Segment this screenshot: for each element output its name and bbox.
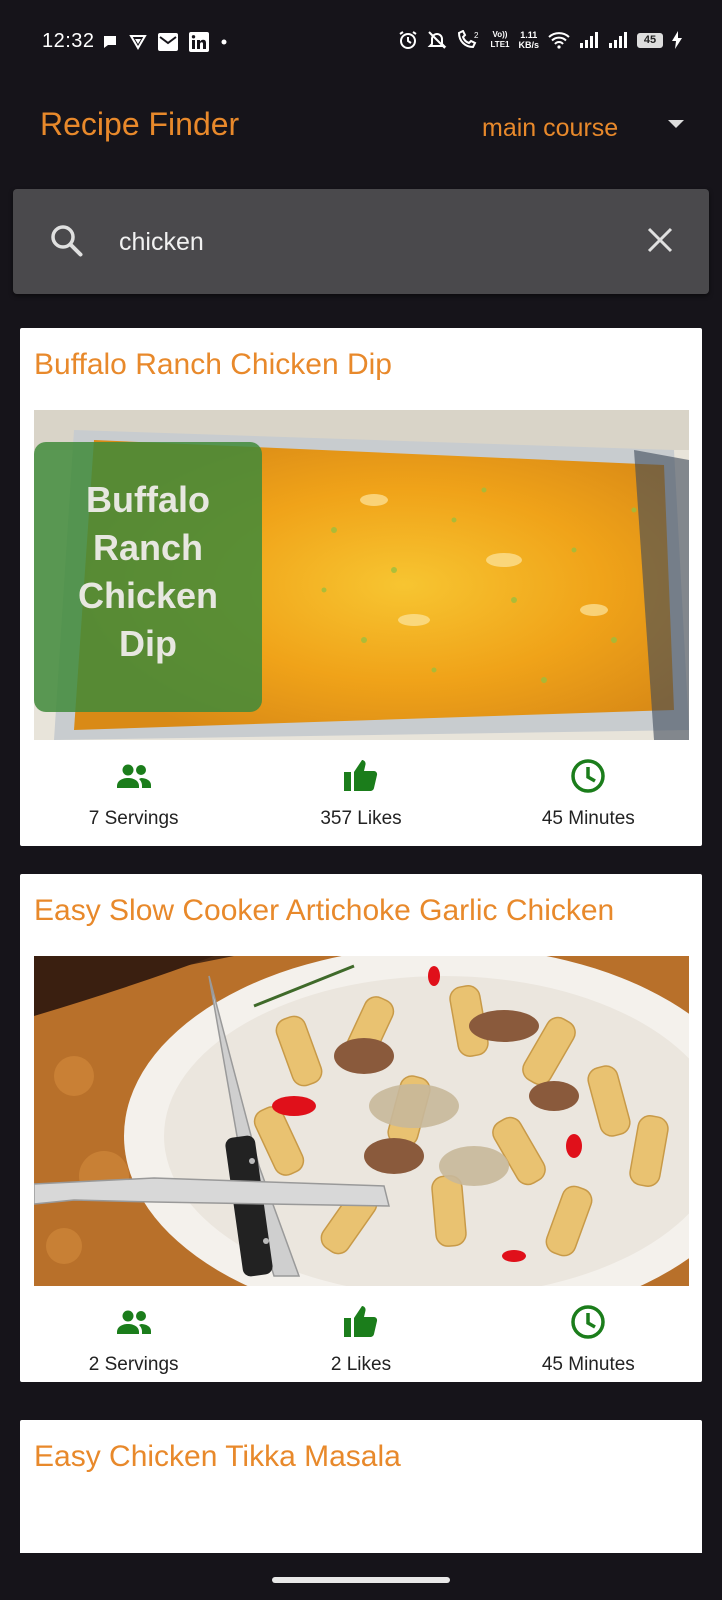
status-time: 12:32 (42, 30, 95, 52)
status-bar: 12:32 2 Vo)) LTE1 1.11 KB/s 45 (0, 0, 722, 88)
dot-icon (219, 37, 229, 47)
search-bar (13, 189, 709, 294)
time-stat: 45 Minutes (475, 740, 702, 846)
vpn-icon (129, 33, 147, 51)
network-type: Vo)) LTE1 (490, 30, 510, 49)
clock-icon (568, 1302, 608, 1342)
recipe-title: Buffalo Ranch Chicken Dip (34, 348, 392, 381)
time-stat: 45 Minutes (475, 1286, 702, 1392)
people-icon (114, 756, 154, 796)
gesture-handle[interactable] (272, 1577, 450, 1583)
time-text: 45 Minutes (541, 1354, 635, 1375)
notification-icons (101, 32, 229, 52)
thumbs-up-icon (341, 756, 381, 796)
recipe-card[interactable]: Buffalo Ranch Chicken Dip Buffalo Ranch … (20, 328, 702, 846)
call-icon: 2 (456, 30, 482, 50)
thumbs-up-icon (341, 1302, 381, 1342)
recipe-image (34, 956, 689, 1286)
wifi-icon (548, 31, 570, 49)
signal-icon (608, 31, 628, 49)
search-input[interactable] (117, 217, 621, 267)
chat-icon (101, 33, 119, 51)
recipe-stats: 2 Servings 2 Likes 45 Minutes (20, 1286, 702, 1392)
servings-stat: 2 Servings (20, 1286, 247, 1392)
linkedin-icon (189, 32, 209, 52)
svg-text:Ranch: Ranch (93, 527, 203, 568)
search-icon (49, 223, 85, 259)
likes-stat: 357 Likes (247, 740, 474, 846)
category-dropdown[interactable]: main course (482, 108, 692, 148)
network-speed: 1.11 KB/s (518, 30, 539, 50)
likes-stat: 2 Likes (247, 1286, 474, 1392)
app-bar: Recipe Finder main course (0, 88, 722, 188)
category-selected-value: main course (482, 113, 619, 142)
likes-text: 2 Likes (330, 1354, 392, 1375)
svg-text:Buffalo: Buffalo (86, 479, 210, 520)
chevron-down-icon (668, 120, 684, 128)
recipe-title: Easy Slow Cooker Artichoke Garlic Chicke… (34, 894, 615, 927)
likes-text: 357 Likes (320, 808, 402, 829)
mute-icon (427, 30, 447, 50)
servings-text: 7 Servings (88, 808, 179, 829)
gmail-icon (157, 32, 179, 52)
recipe-image: Buffalo Ranch Chicken Dip (34, 410, 689, 740)
svg-text:Chicken: Chicken (78, 575, 218, 616)
recipe-title: Easy Chicken Tikka Masala (34, 1440, 401, 1473)
signal-icon (579, 31, 599, 49)
svg-text:2: 2 (474, 31, 479, 40)
system-icons: 2 Vo)) LTE1 1.11 KB/s 45 (398, 30, 682, 50)
time-text: 45 Minutes (541, 808, 635, 829)
battery-icon: 45 (637, 32, 663, 48)
charging-icon (672, 31, 682, 49)
recipe-stats: 7 Servings 357 Likes 45 Minutes (20, 740, 702, 846)
svg-text:Dip: Dip (119, 623, 177, 664)
recipe-card[interactable]: Easy Slow Cooker Artichoke Garlic Chicke… (20, 874, 702, 1382)
servings-stat: 7 Servings (20, 740, 247, 846)
close-icon[interactable] (645, 225, 675, 255)
alarm-icon (398, 30, 418, 50)
app-title: Recipe Finder (40, 106, 240, 142)
clock-icon (568, 756, 608, 796)
servings-text: 2 Servings (88, 1354, 179, 1375)
people-icon (114, 1302, 154, 1342)
